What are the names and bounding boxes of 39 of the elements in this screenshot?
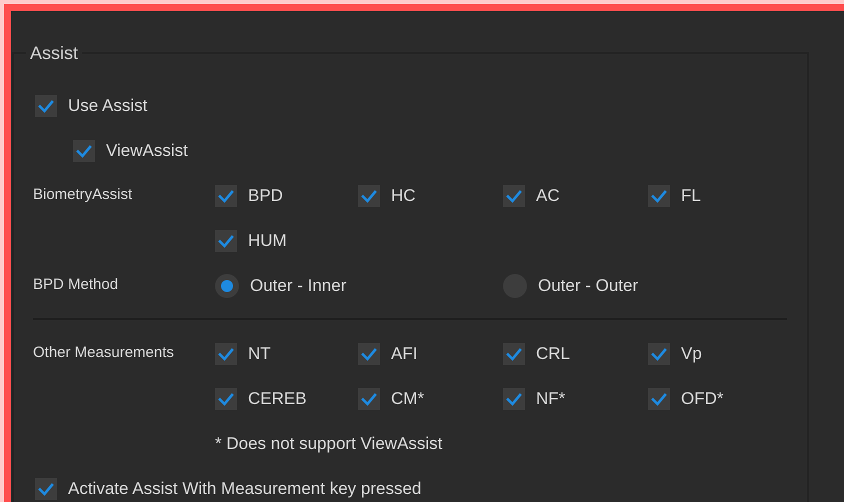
checkbox-label: HUM (248, 230, 287, 252)
checkbox[interactable] (503, 184, 525, 206)
checkbox[interactable] (35, 94, 57, 116)
checkbox-label: Vp (681, 342, 702, 365)
checkbox[interactable] (215, 230, 237, 252)
checkbox-label: Activate Assist With Measurement key pressed (68, 478, 422, 500)
checkbox[interactable] (358, 184, 380, 206)
checkbox-label: Use Assist (68, 94, 148, 117)
checkbox[interactable] (215, 184, 237, 206)
checkbox[interactable] (648, 184, 670, 206)
checkbox[interactable] (358, 342, 380, 364)
checkbox-label: BPD (248, 184, 283, 207)
checkbox[interactable] (35, 478, 57, 500)
checkbox[interactable] (648, 388, 670, 410)
section-label: BiometryAssist (33, 185, 134, 206)
checkbox[interactable] (503, 342, 525, 364)
radio-label: Outer - Inner (250, 274, 346, 297)
checkbox[interactable] (215, 388, 237, 410)
checkbox-label: AC (536, 184, 560, 207)
checkbox-label: AFI (391, 342, 418, 365)
checkbox-label: HC (391, 184, 416, 207)
radio-label: Outer - Outer (538, 274, 638, 297)
checkbox-label: CRL (536, 342, 570, 365)
section-label: BPD Method (33, 275, 120, 296)
footnote: * Does not support ViewAssist (215, 432, 442, 455)
checkbox[interactable] (358, 388, 380, 410)
checkbox[interactable] (503, 388, 525, 410)
checkbox[interactable] (215, 342, 237, 364)
checkbox-label: OFD* (681, 388, 724, 410)
checkbox-label: FL (681, 184, 701, 207)
radio-button[interactable] (215, 274, 239, 298)
checkbox-label: NF* (536, 388, 566, 410)
checkbox[interactable] (648, 342, 670, 364)
section-label: Other Measurements (33, 343, 175, 364)
checkbox-label: NT (248, 342, 271, 365)
checkbox-label: ViewAssist (106, 140, 188, 162)
checkbox-label: CM* (391, 388, 424, 410)
checkbox-label: CEREB (248, 388, 307, 410)
checkbox[interactable] (73, 140, 95, 162)
